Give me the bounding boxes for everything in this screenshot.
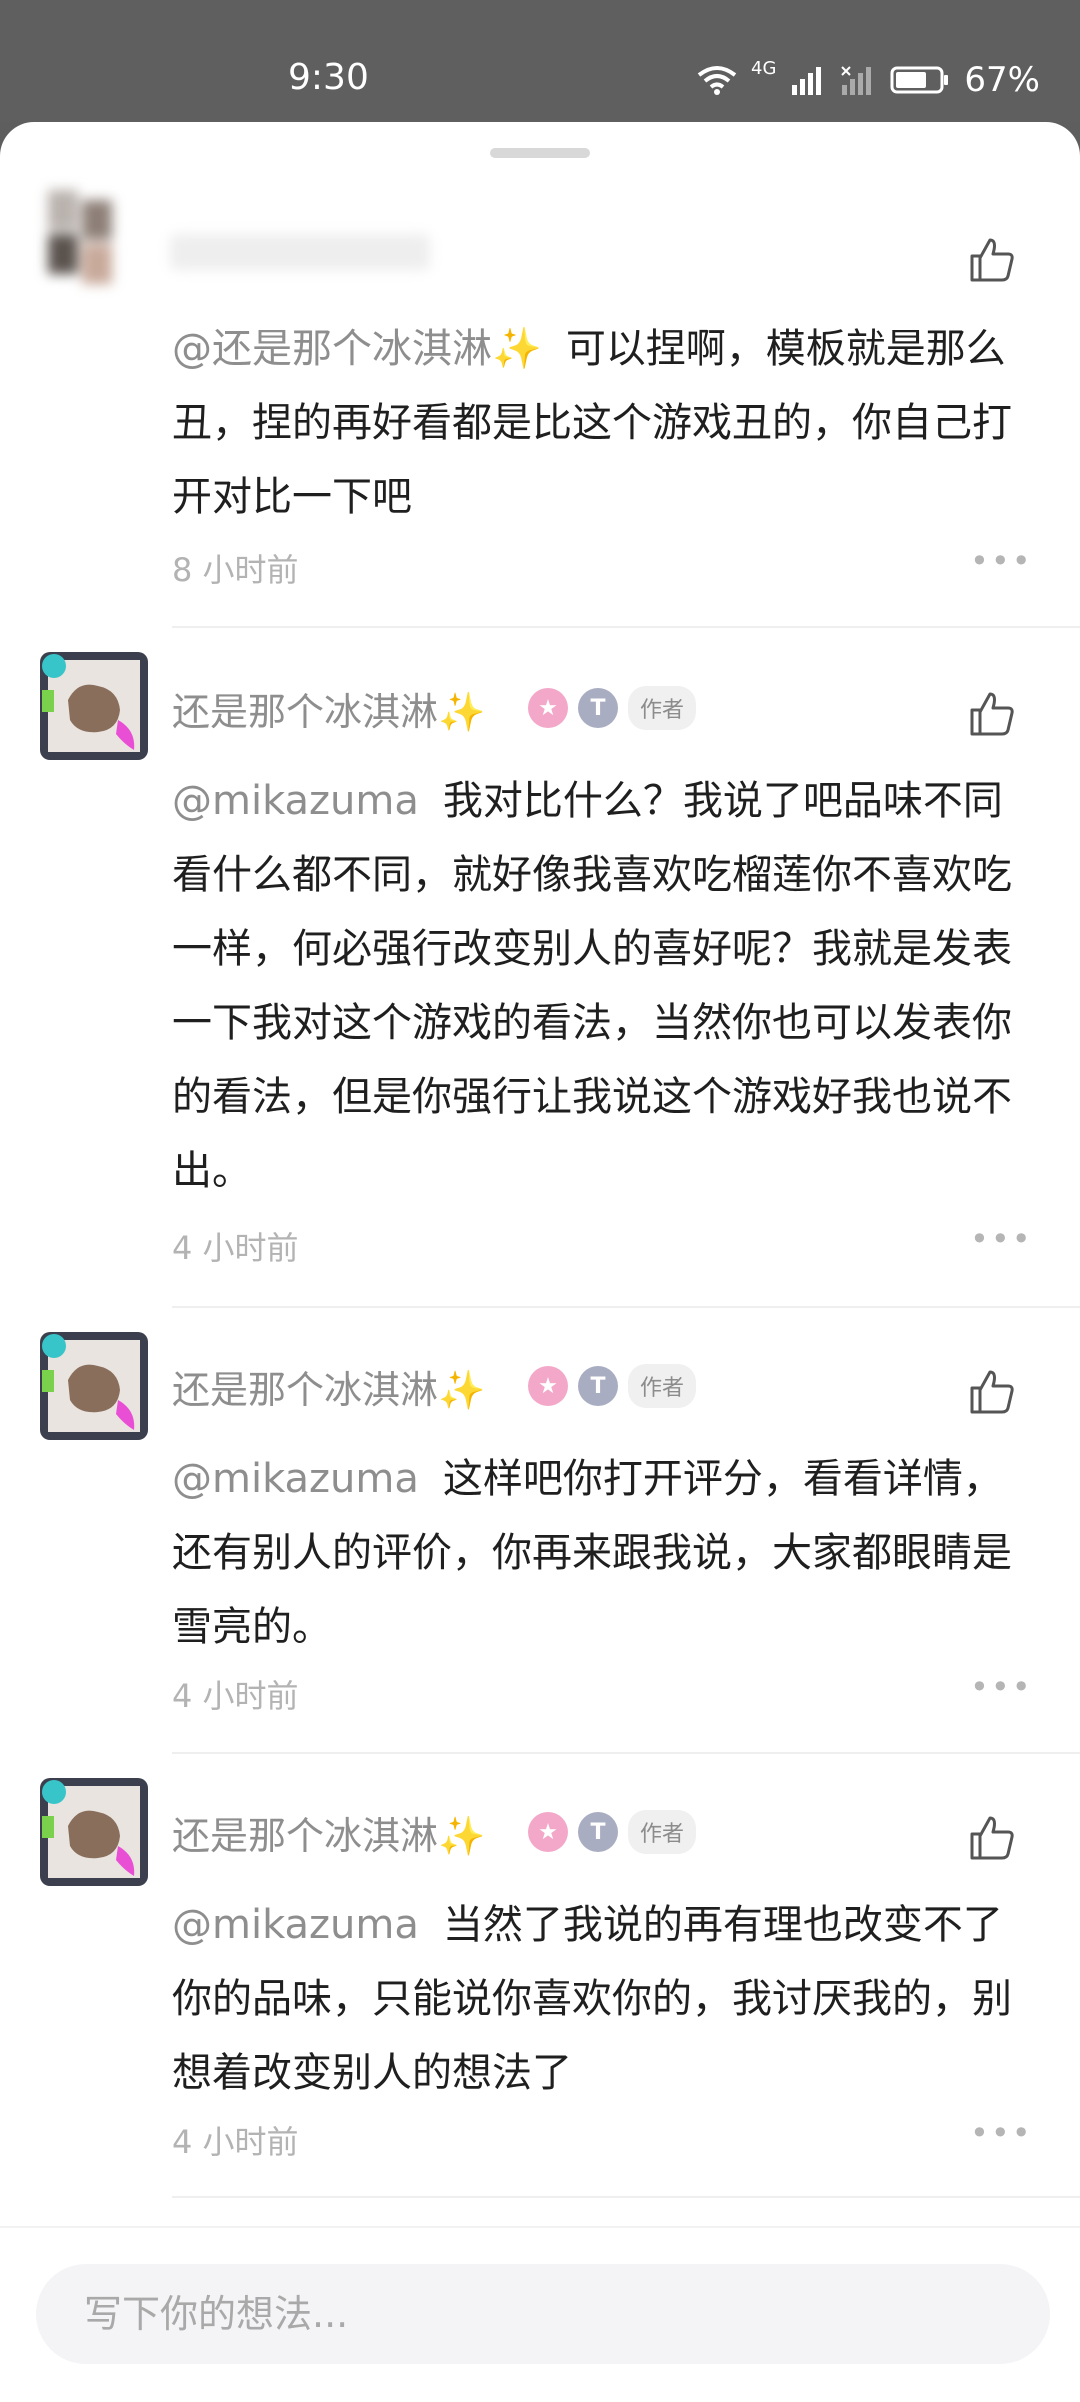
divider xyxy=(172,1306,1080,1308)
mention[interactable]: @mikazuma xyxy=(172,778,419,824)
tag-badge-icon: T xyxy=(578,1812,618,1852)
comment-input[interactable]: 写下你的想法... xyxy=(36,2264,1050,2364)
tag-badge-icon: T xyxy=(578,688,618,728)
more-icon[interactable]: ••• xyxy=(970,542,1033,580)
like-icon[interactable] xyxy=(966,1366,1018,1418)
username[interactable]: 还是那个冰淇淋✨ xyxy=(172,688,485,736)
comment-text: @mikazuma 这样吧你打开评分，看看详情，还有别人的评价，你再来跟我说，大家… xyxy=(172,1456,1012,1650)
level-badge-icon: ★ xyxy=(528,1812,568,1852)
battery-percent: 67% xyxy=(964,60,1040,100)
avatar[interactable] xyxy=(48,190,148,310)
status-time: 9:30 xyxy=(288,57,369,98)
status-icons: 4G 67% xyxy=(697,58,1040,102)
badges: ★ T 作者 xyxy=(528,1364,697,1408)
tag-badge-icon: T xyxy=(578,1366,618,1406)
signal-icon xyxy=(792,67,822,95)
like-icon[interactable] xyxy=(966,234,1018,286)
avatar[interactable] xyxy=(38,1330,150,1442)
divider xyxy=(172,1752,1080,1754)
avatar[interactable] xyxy=(38,1776,150,1888)
mention[interactable]: @还是那个冰淇淋✨ xyxy=(172,326,542,372)
mention[interactable]: @mikazuma xyxy=(172,1456,419,1502)
comment-text: @mikazuma 当然了我说的再有理也改变不了你的品味，只能说你喜欢你的，我讨厌… xyxy=(172,1902,1012,2096)
wifi-icon xyxy=(697,66,737,95)
more-icon[interactable]: ••• xyxy=(970,1668,1033,1706)
comment-text: @mikazuma 我对比什么？我说了吧品味不同看什么都不同，就好像我喜欢吃榴莲你… xyxy=(172,778,1012,1194)
username[interactable]: 还是那个冰淇淋✨ xyxy=(172,1366,485,1414)
more-icon[interactable]: ••• xyxy=(970,1220,1033,1258)
sheet-drag-handle[interactable] xyxy=(490,148,590,158)
comment-time: 4 小时前 xyxy=(172,1229,299,1267)
level-badge-icon: ★ xyxy=(528,688,568,728)
username-blurred xyxy=(170,234,430,270)
badges: ★ T 作者 xyxy=(528,1810,697,1854)
comment-time: 4 小时前 xyxy=(172,2123,299,2161)
more-icon[interactable]: ••• xyxy=(970,2114,1033,2152)
author-tag: 作者 xyxy=(628,1364,697,1408)
comment-text: @还是那个冰淇淋✨ 可以捏啊，模板就是那么丑，捏的再好看都是比这个游戏丑的，你自己… xyxy=(172,326,1012,520)
like-icon[interactable] xyxy=(966,1812,1018,1864)
comment-time: 8 小时前 xyxy=(172,551,299,589)
signal-off-icon xyxy=(841,66,872,95)
author-tag: 作者 xyxy=(628,686,697,730)
comment-time: 4 小时前 xyxy=(172,1677,299,1715)
comment-sheet: @还是那个冰淇淋✨ 可以捏啊，模板就是那么丑，捏的再好看都是比这个游戏丑的，你自己… xyxy=(0,122,1080,2400)
status-bar: 9:30 4G 67% xyxy=(0,0,1080,122)
battery-icon xyxy=(890,66,949,94)
avatar[interactable] xyxy=(38,650,150,762)
like-icon[interactable] xyxy=(966,688,1018,740)
author-tag: 作者 xyxy=(628,1810,697,1854)
level-badge-icon: ★ xyxy=(528,1366,568,1406)
network-type: 4G xyxy=(751,58,777,79)
divider xyxy=(172,2196,1080,2198)
badges: ★ T 作者 xyxy=(528,686,697,730)
mention[interactable]: @mikazuma xyxy=(172,1902,419,1948)
divider xyxy=(172,626,1080,628)
username[interactable]: 还是那个冰淇淋✨ xyxy=(172,1812,485,1860)
